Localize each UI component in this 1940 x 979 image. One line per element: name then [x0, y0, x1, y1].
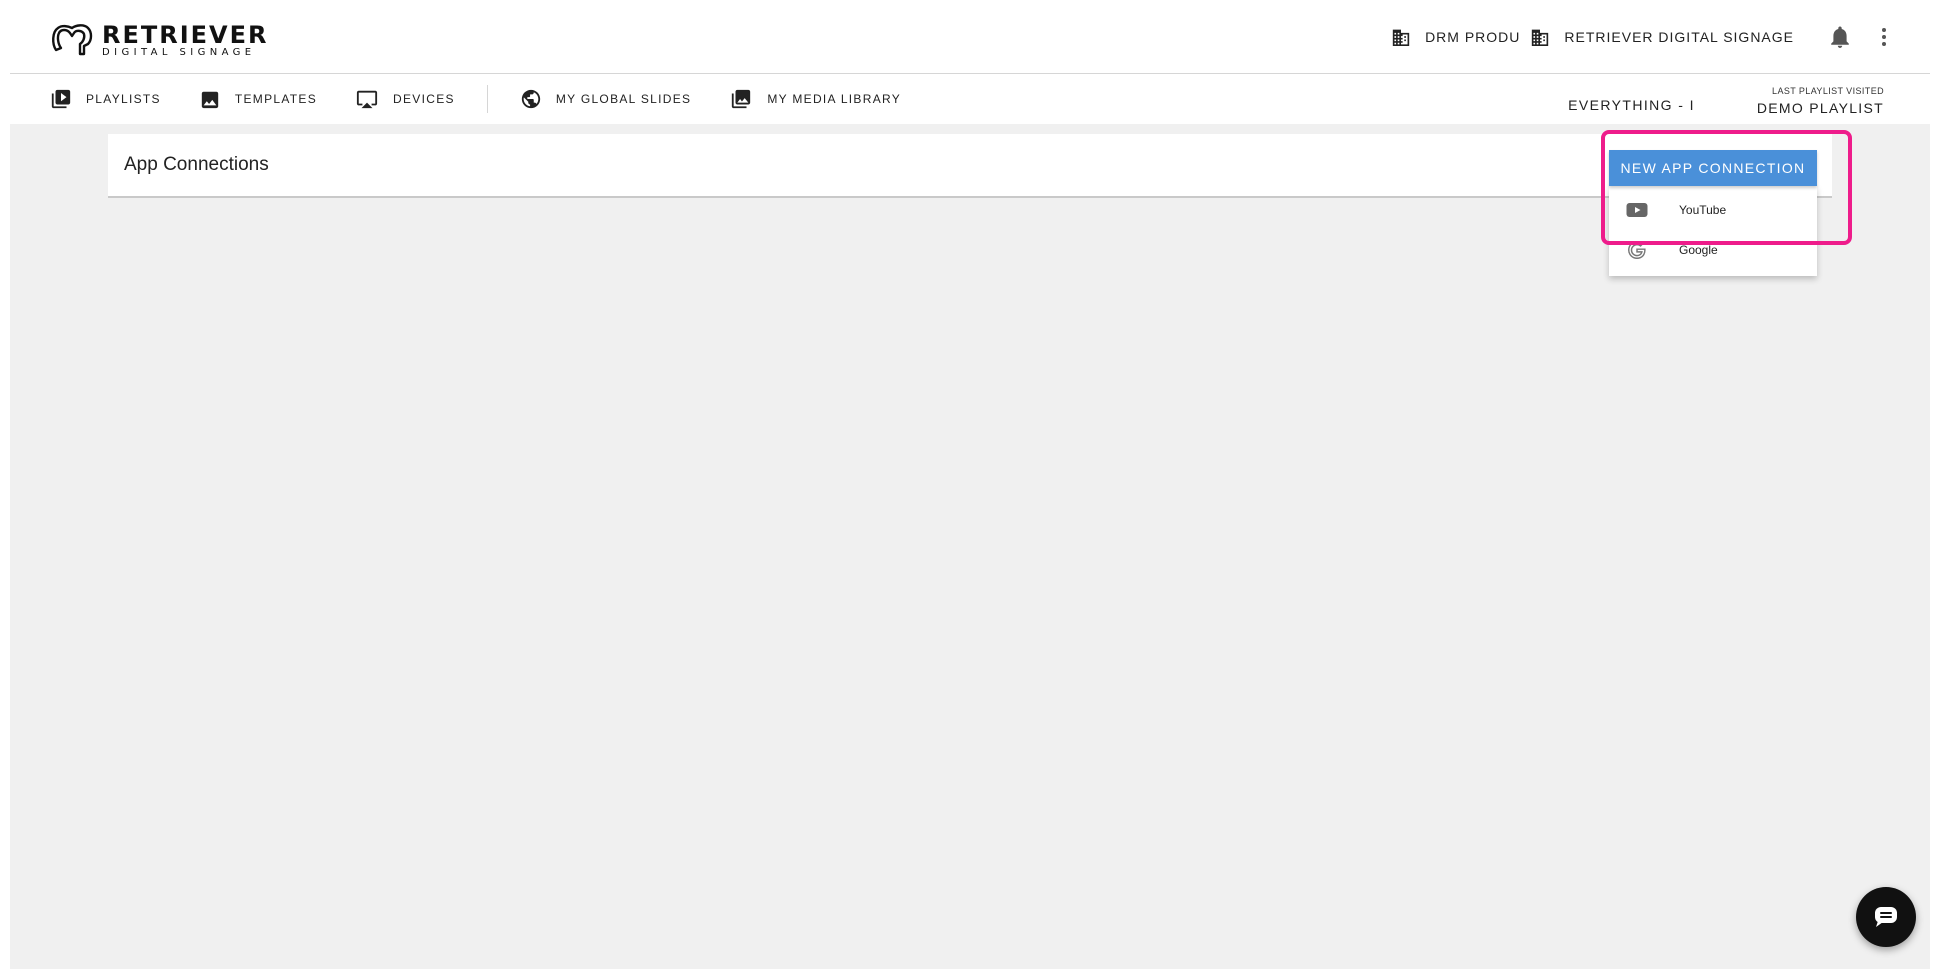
org-short-label: DRM PRODU — [1425, 29, 1521, 45]
main-nav: PLAYLISTS TEMPLATES DEVICES MY GLOBAL SL — [10, 74, 1930, 124]
photo-library-icon — [732, 89, 751, 109]
new-app-connection-button[interactable]: NEW APP CONNECTION — [1609, 150, 1817, 186]
org-selector[interactable]: DRM PRODU — [1391, 28, 1520, 46]
brand-subtitle: DIGITAL SIGNAGE — [102, 46, 256, 58]
chat-launcher-button[interactable] — [1856, 887, 1916, 947]
nav-devices[interactable]: DEVICES — [355, 88, 455, 110]
menu-item-google-label: Google — [1679, 243, 1718, 257]
menu-item-google[interactable]: Google — [1609, 230, 1817, 270]
last-playlist-label: LAST PLAYLIST VISITED — [1772, 86, 1884, 96]
last-playlist-name: DEMO PLAYLIST — [1756, 100, 1884, 116]
menu-item-youtube-label: YouTube — [1679, 203, 1727, 217]
chat-icon — [1875, 907, 1897, 927]
brand-title: RETRIEVER — [102, 20, 269, 49]
nav-media-library-label: MY MEDIA LIBRARY — [767, 92, 902, 106]
menu-item-youtube[interactable]: YouTube — [1609, 190, 1817, 230]
connection-menu: YouTube Google — [1609, 186, 1817, 276]
bell-icon — [1831, 26, 1849, 48]
everything-selector[interactable]: EVERYTHING - I — [1568, 97, 1695, 113]
app-frame: RETRIEVER DIGITAL SIGNAGE DRM PRODU RETR… — [10, 0, 1930, 969]
nav-devices-label: DEVICES — [393, 92, 455, 106]
page-title: App Connections — [124, 154, 269, 175]
nav-divider — [486, 85, 488, 113]
more-vert-icon — [1882, 28, 1886, 46]
building-icon — [1392, 29, 1410, 46]
workspace-name-label: RETRIEVER DIGITAL SIGNAGE — [1564, 29, 1794, 45]
dog-logo-icon — [52, 24, 93, 56]
header-actions: DRM PRODU RETRIEVER DIGITAL SIGNAGE — [1381, 0, 1904, 74]
workspace-selector[interactable]: RETRIEVER DIGITAL SIGNAGE — [1530, 28, 1794, 46]
nav-media-library[interactable]: MY MEDIA LIBRARY — [729, 88, 901, 110]
playlist-play-icon — [51, 89, 71, 109]
new-connection-dropdown: NEW APP CONNECTION YouTube Google — [1609, 150, 1817, 276]
airplay-icon — [356, 90, 378, 109]
globe-icon — [521, 89, 540, 109]
notifications-button[interactable] — [1820, 17, 1860, 57]
nav-playlists[interactable]: PLAYLISTS — [50, 88, 161, 110]
retriever-logo[interactable]: RETRIEVER DIGITAL SIGNAGE — [50, 20, 269, 60]
google-icon — [1625, 238, 1649, 262]
nav-templates[interactable]: TEMPLATES — [199, 89, 317, 109]
last-playlist-visited[interactable]: LAST PLAYLIST VISITED DEMO PLAYLIST — [1757, 86, 1884, 116]
building-icon — [1532, 29, 1549, 46]
image-icon — [201, 91, 219, 109]
app-connections-card: App Connections — [108, 134, 1832, 198]
nav-right: EVERYTHING - I LAST PLAYLIST VISITED DEM… — [1568, 74, 1884, 124]
more-options-button[interactable] — [1864, 17, 1904, 57]
youtube-icon — [1625, 198, 1649, 222]
nav-templates-label: TEMPLATES — [234, 92, 318, 106]
nav-global-slides[interactable]: MY GLOBAL SLIDES — [520, 88, 692, 110]
main-content: App Connections NEW APP CONNECTION YouTu… — [10, 124, 1930, 969]
nav-playlists-label: PLAYLISTS — [86, 92, 161, 106]
nav-global-slides-label: MY GLOBAL SLIDES — [555, 92, 692, 106]
top-header: RETRIEVER DIGITAL SIGNAGE DRM PRODU RETR… — [10, 0, 1930, 74]
